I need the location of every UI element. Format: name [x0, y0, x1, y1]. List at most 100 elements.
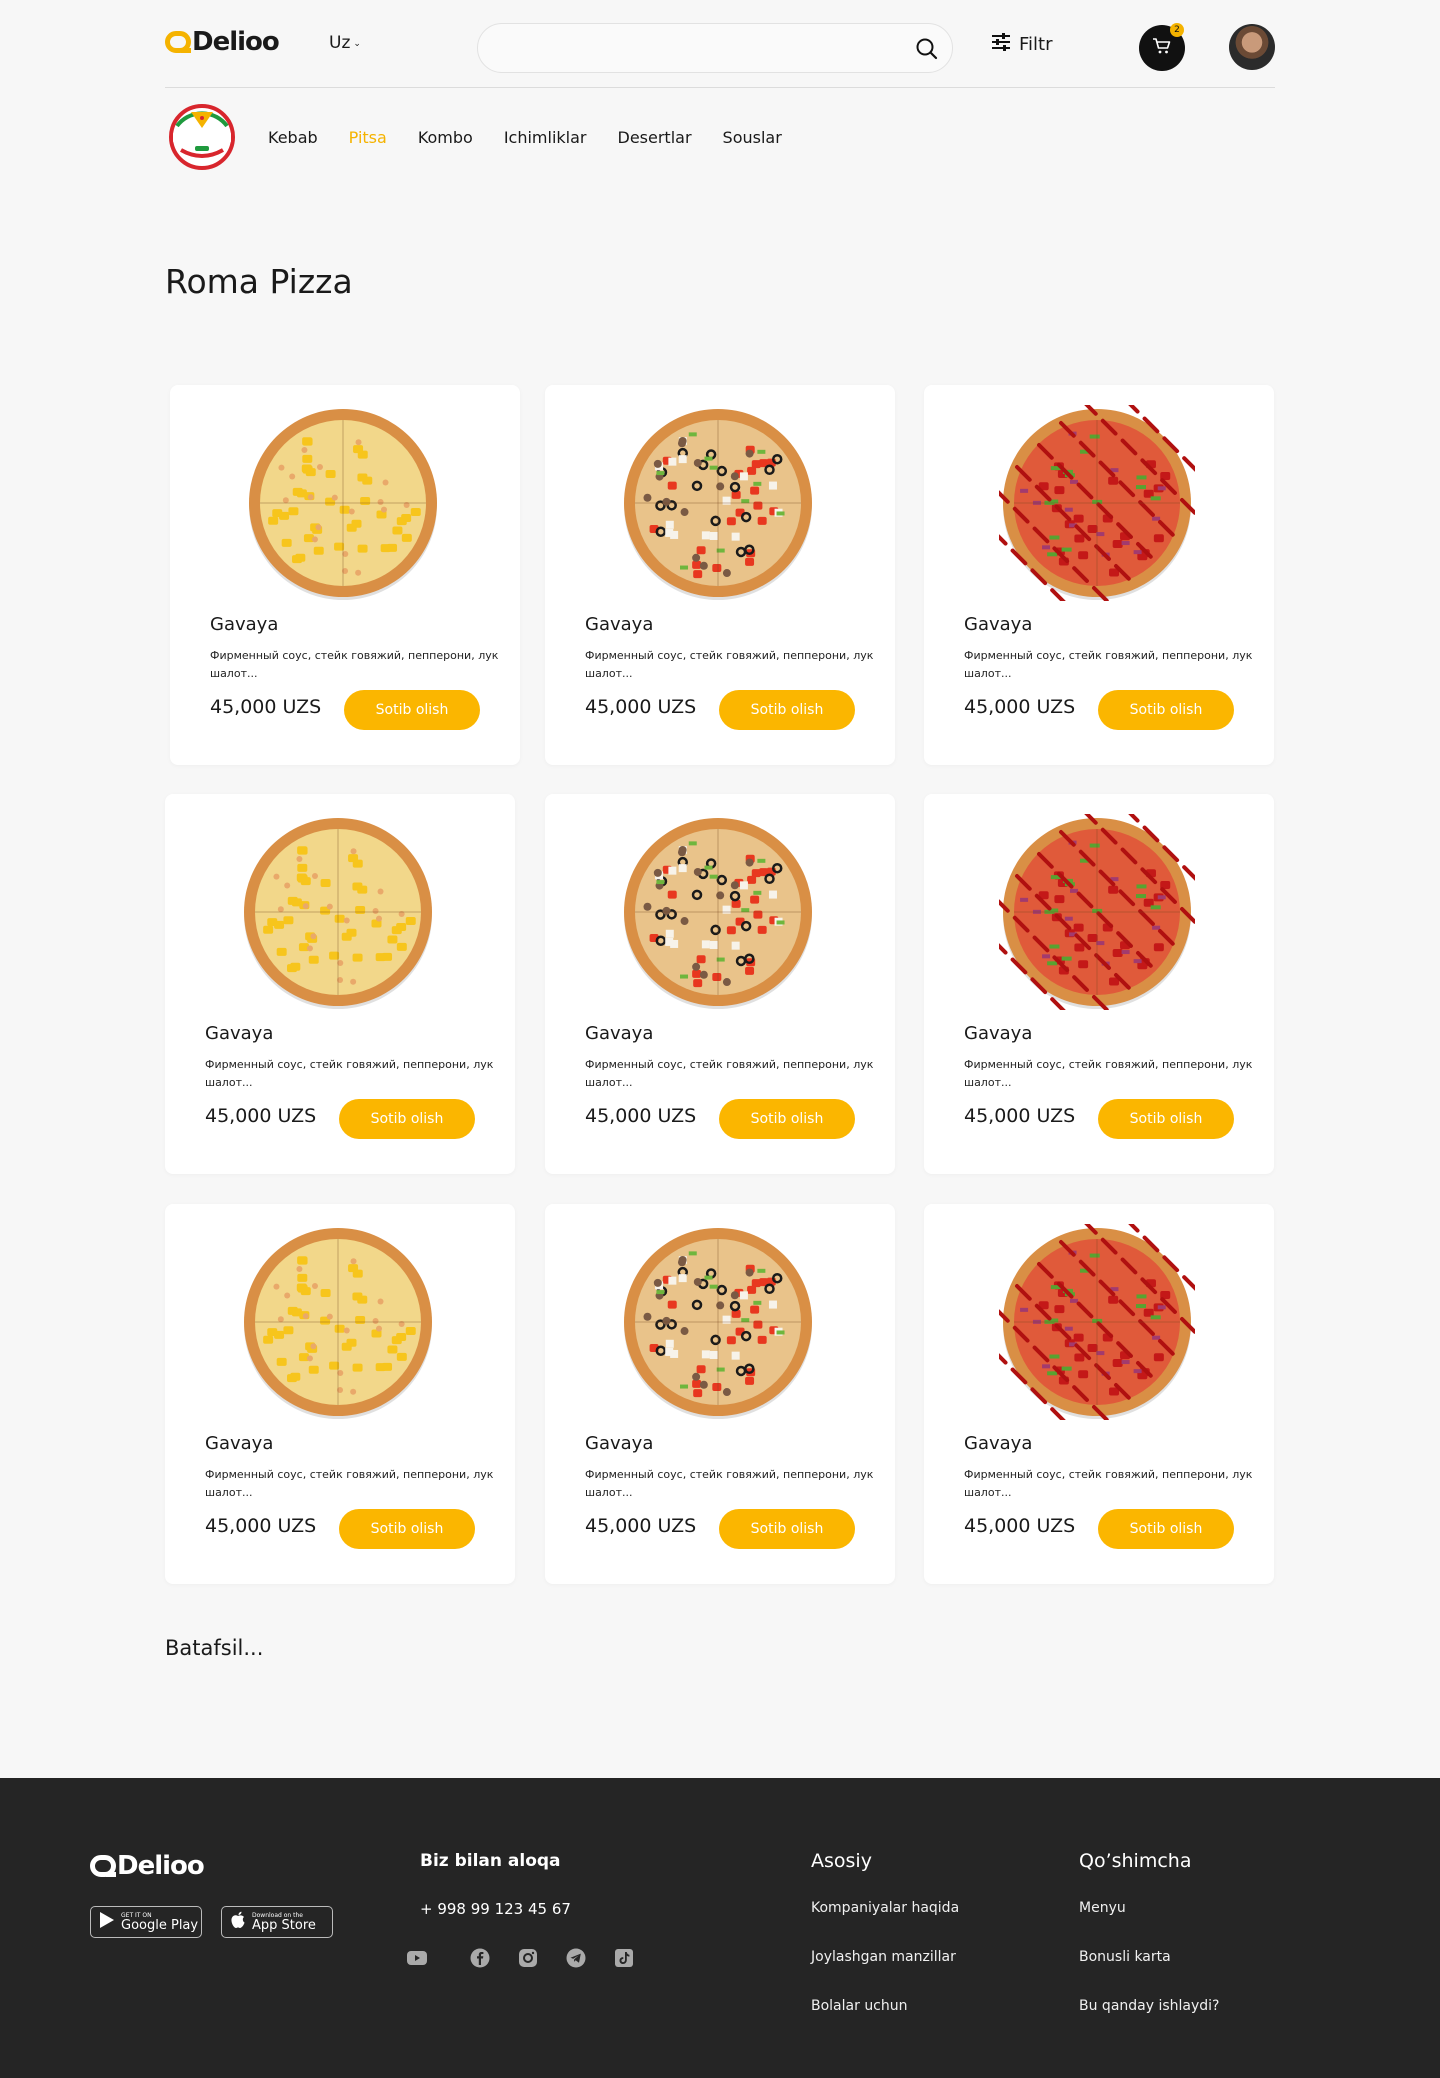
contact-title: Biz bilan aloqa — [420, 1851, 561, 1871]
sliders-icon — [991, 33, 1011, 56]
product-name: Gavaya — [964, 1433, 1033, 1454]
product-card[interactable]: Gavaya Фирменный соус, стейк говяжий, пеп… — [924, 1196, 1274, 1584]
category-tab-kombo[interactable]: Kombo — [418, 128, 473, 147]
google-play-big-text: Google Play — [121, 1917, 199, 1933]
user-avatar[interactable] — [1229, 24, 1275, 70]
pizza-image[interactable] — [245, 405, 441, 601]
app-store-big-text: App Store — [252, 1917, 316, 1933]
buy-button[interactable]: Sotib olish — [1098, 690, 1234, 730]
cart-icon — [1152, 37, 1172, 59]
product-description: Фирменный соус, стейк говяжий, пепперони… — [585, 1058, 874, 1089]
language-label: Uz — [329, 33, 351, 53]
product-name: Gavaya — [585, 1023, 654, 1044]
product-description: Фирменный соус, стейк говяжий, пепперони… — [964, 1058, 1253, 1089]
category-tab-souslar[interactable]: Souslar — [723, 128, 782, 147]
roma-pizza-logo[interactable] — [165, 104, 239, 170]
product-description: Фирменный соус, стейк говяжий, пепперони… — [585, 649, 874, 680]
category-tab-kebab[interactable]: Kebab — [268, 128, 318, 147]
filter-button[interactable]: Filtr — [991, 33, 1053, 56]
product-card[interactable]: Gavaya Фирменный соус, стейк говяжий, пеп… — [924, 377, 1274, 765]
pizza-image[interactable] — [971, 786, 1223, 1038]
footer-link-locations[interactable]: Joylashgan manzillar — [811, 1949, 956, 1965]
buy-button[interactable]: Sotib olish — [719, 690, 855, 730]
chevron-down-icon: ⌄ — [353, 39, 361, 49]
facebook-icon[interactable] — [470, 1948, 490, 1968]
product-price: 45,000 UZS — [205, 1105, 317, 1127]
product-price: 45,000 UZS — [964, 1105, 1076, 1127]
footer-link-bonus-card[interactable]: Bonusli karta — [1079, 1949, 1171, 1965]
product-card[interactable]: Gavaya Фирменный соус, стейк говяжий, пеп… — [165, 1204, 515, 1584]
product-card[interactable]: Gavaya Фирменный соус, стейк говяжий, пеп… — [545, 385, 895, 765]
product-description: Фирменный соус, стейк говяжий, пепперони… — [205, 1058, 494, 1089]
footer-link-menu[interactable]: Menyu — [1079, 1900, 1126, 1916]
product-card[interactable]: Gavaya Фирменный соус, стейк говяжий, пеп… — [545, 1204, 895, 1584]
pizza-image[interactable] — [971, 1196, 1223, 1448]
product-card[interactable]: Gavaya Фирменный соус, стейк говяжий, пеп… — [165, 794, 515, 1174]
contact-phone[interactable]: + 998 99 123 45 67 — [420, 1900, 571, 1918]
footer-col2-title: Qo’shimcha — [1079, 1850, 1192, 1872]
pizza-image[interactable] — [971, 377, 1223, 629]
youtube-icon[interactable] — [407, 1948, 427, 1968]
more-link[interactable]: Batafsil... — [165, 1636, 263, 1660]
page-title: Roma Pizza — [165, 262, 353, 301]
tiktok-icon[interactable] — [614, 1948, 634, 1968]
product-price: 45,000 UZS — [964, 696, 1076, 718]
language-selector[interactable]: Uz ⌄ — [329, 33, 361, 53]
product-price: 45,000 UZS — [585, 1515, 697, 1537]
app-store-button[interactable]: Download on the App Store — [221, 1906, 333, 1938]
buy-button[interactable]: Sotib olish — [339, 1099, 475, 1139]
delioo-logo[interactable]: Delioo — [165, 27, 280, 57]
category-tab-desertlar[interactable]: Desertlar — [618, 128, 692, 147]
pizza-image[interactable] — [620, 814, 816, 1010]
product-card[interactable]: Gavaya Фирменный соус, стейк говяжий, пеп… — [924, 786, 1274, 1174]
footer-link-companies[interactable]: Kompaniyalar haqida — [811, 1900, 959, 1916]
instagram-icon[interactable] — [518, 1948, 538, 1968]
logo-text: Delioo — [192, 27, 280, 57]
google-play-button[interactable]: GET IT ON Google Play — [90, 1906, 202, 1938]
buy-button[interactable]: Sotib olish — [339, 1509, 475, 1549]
product-price: 45,000 UZS — [205, 1515, 317, 1537]
google-play-icon — [99, 1911, 115, 1933]
product-description: Фирменный соус, стейк говяжий, пепперони… — [964, 649, 1253, 680]
product-price: 45,000 UZS — [585, 696, 697, 718]
product-card[interactable]: Gavaya Фирменный соус, стейк говяжий, пеп… — [545, 794, 895, 1174]
category-tab-pitsa[interactable]: Pitsa — [349, 128, 387, 147]
footer-logo[interactable]: Delioo — [90, 1851, 205, 1881]
footer-logo-text: Delioo — [117, 1851, 205, 1881]
product-price: 45,000 UZS — [964, 1515, 1076, 1537]
category-tab-ichimliklar[interactable]: Ichimliklar — [504, 128, 587, 147]
buy-button[interactable]: Sotib olish — [1098, 1099, 1234, 1139]
pizza-image[interactable] — [620, 1224, 816, 1420]
product-name: Gavaya — [210, 614, 279, 635]
filter-label: Filtr — [1019, 34, 1053, 55]
footer: Delioo GET IT ON Google Play Download on… — [0, 1778, 1440, 2078]
product-description: Фирменный соус, стейк говяжий, пепперони… — [210, 649, 499, 680]
buy-button[interactable]: Sotib olish — [719, 1099, 855, 1139]
search-input[interactable] — [498, 24, 898, 72]
cart-count-badge: 2 — [1170, 23, 1184, 37]
product-name: Gavaya — [964, 1023, 1033, 1044]
product-name: Gavaya — [205, 1433, 274, 1454]
pizza-image[interactable] — [240, 814, 436, 1010]
product-card[interactable]: Gavaya Фирменный соус, стейк говяжий, пеп… — [170, 385, 520, 765]
buy-button[interactable]: Sotib olish — [1098, 1509, 1234, 1549]
footer-col1-title: Asosiy — [811, 1850, 872, 1872]
apple-icon — [230, 1911, 246, 1933]
pizza-image[interactable] — [240, 1224, 436, 1420]
logo-mark-icon — [90, 1855, 116, 1877]
buy-button[interactable]: Sotib olish — [344, 690, 480, 730]
product-price: 45,000 UZS — [585, 1105, 697, 1127]
telegram-icon[interactable] — [566, 1948, 586, 1968]
footer-link-how-it-works[interactable]: Bu qanday ishlaydi? — [1079, 1998, 1220, 2014]
category-nav: Kebab Pitsa Kombo Ichimliklar Desertlar Sousl… — [165, 104, 782, 170]
logo-mark-icon — [165, 31, 191, 53]
pizza-image[interactable] — [620, 405, 816, 601]
footer-link-kids[interactable]: Bolalar uchun — [811, 1998, 908, 2014]
product-name: Gavaya — [585, 1433, 654, 1454]
buy-button[interactable]: Sotib olish — [719, 1509, 855, 1549]
product-price: 45,000 UZS — [210, 696, 322, 718]
product-description: Фирменный соус, стейк говяжий, пепперони… — [205, 1468, 494, 1499]
cart-button[interactable]: 2 — [1139, 23, 1185, 71]
search-icon[interactable] — [914, 36, 940, 62]
top-header: Delioo Uz ⌄ Filtr 2 — [165, 0, 1275, 88]
